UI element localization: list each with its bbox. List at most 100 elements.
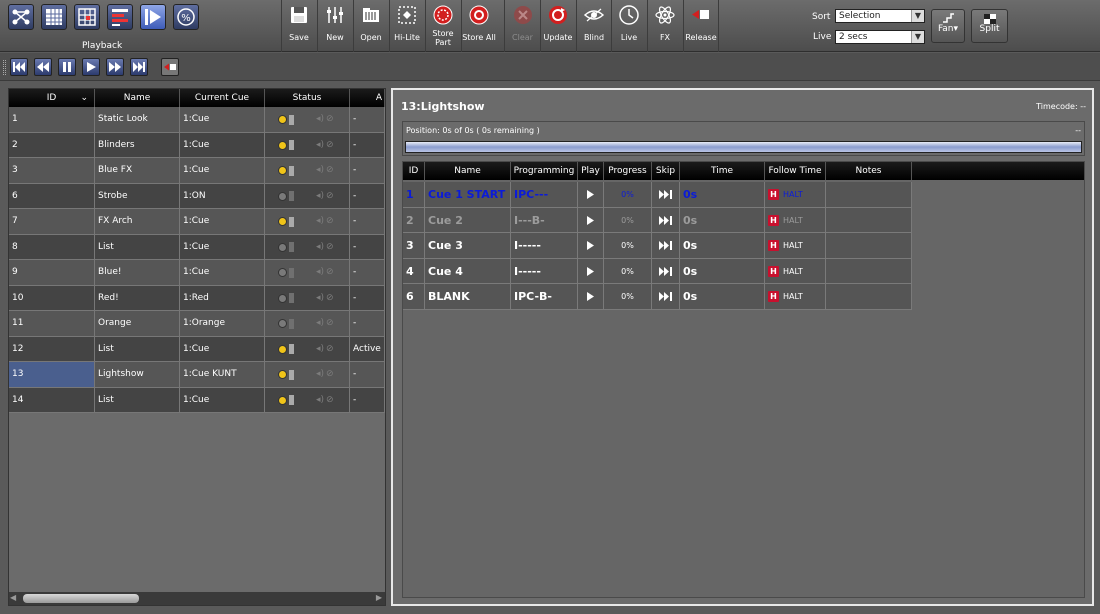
no-icon[interactable]: ⊘ — [326, 337, 334, 362]
cue-row[interactable]: 2 Cue 2 I---B- 0% 0s H HALT — [403, 207, 912, 233]
cue-row[interactable]: 3 Cue 3 I----- 0% 0s H HALT — [403, 233, 912, 259]
sound-icon[interactable]: ◂) — [316, 133, 324, 158]
pause-button[interactable] — [58, 58, 76, 76]
play-cue-button[interactable] — [578, 207, 604, 233]
play-cue-button[interactable] — [578, 284, 604, 309]
skip-cue-button[interactable] — [652, 233, 680, 258]
bulb-icon[interactable] — [278, 319, 287, 328]
fan-button[interactable]: Fan▾ — [931, 9, 965, 43]
last-button[interactable] — [130, 58, 148, 76]
sound-icon[interactable]: ◂) — [316, 311, 324, 336]
col-time[interactable]: Time — [680, 162, 765, 180]
sound-icon[interactable]: ◂) — [316, 362, 324, 387]
col-active[interactable]: A — [350, 89, 385, 107]
table-row[interactable]: 3 Blue FX 1:Cue ◂) ⊘ - — [9, 158, 385, 184]
split-button[interactable]: Split — [971, 9, 1008, 43]
blind-button[interactable]: Blind — [576, 0, 611, 52]
sound-icon[interactable]: ◂) — [316, 184, 324, 209]
no-icon[interactable]: ⊘ — [326, 158, 334, 183]
table-row[interactable]: 1 Static Look 1:Cue ◂) ⊘ - — [9, 107, 385, 133]
sound-icon[interactable]: ◂) — [316, 235, 324, 260]
clear-button[interactable]: Clear — [504, 0, 540, 52]
live-button[interactable]: Live — [611, 0, 646, 52]
no-icon[interactable]: ⊘ — [326, 235, 334, 260]
scroll-right-icon[interactable]: ▶ — [376, 593, 382, 602]
sound-icon[interactable]: ◂) — [316, 286, 324, 311]
col-progress[interactable]: Progress — [604, 162, 652, 180]
fader-icon[interactable] — [289, 191, 294, 201]
open-button[interactable]: Open — [353, 0, 388, 52]
new-button[interactable]: New — [317, 0, 352, 52]
playback-mode-button[interactable] — [140, 4, 166, 30]
sound-icon[interactable]: ◂) — [316, 158, 324, 183]
skip-cue-button[interactable] — [652, 284, 680, 309]
table-row[interactable]: 7 FX Arch 1:Cue ◂) ⊘ - — [9, 209, 385, 235]
col-programming[interactable]: Programming — [511, 162, 578, 180]
sound-icon[interactable]: ◂) — [316, 209, 324, 234]
cue-row[interactable]: 6 BLANK IPC-B- 0% 0s H HALT — [403, 284, 912, 310]
table-row[interactable]: 9 Blue! 1:Cue ◂) ⊘ - — [9, 260, 385, 286]
fader-icon[interactable] — [289, 140, 294, 150]
fader-icon[interactable] — [289, 267, 294, 278]
col-id[interactable]: ID — [403, 162, 425, 180]
bulb-icon[interactable] — [278, 191, 287, 201]
bulb-icon[interactable] — [278, 344, 287, 354]
fader-icon[interactable] — [289, 165, 294, 176]
table-row[interactable]: 10 Red! 1:Red ◂) ⊘ - — [9, 285, 385, 311]
patch-mode-button[interactable] — [8, 4, 34, 30]
palette-mode-button[interactable] — [74, 4, 100, 30]
sound-icon[interactable]: ◂) — [316, 388, 324, 413]
skip-cue-button[interactable] — [652, 258, 680, 284]
table-row[interactable]: 12 List 1:Cue ◂) ⊘ Active — [9, 336, 385, 362]
fader-icon[interactable] — [289, 293, 294, 303]
hi-lite-button[interactable]: Hi-Lite — [389, 0, 424, 52]
sound-icon[interactable]: ◂) — [316, 337, 324, 362]
col-notes[interactable]: Notes — [826, 162, 912, 180]
table-row[interactable]: 2 Blinders 1:Cue ◂) ⊘ - — [9, 132, 385, 158]
rewind-button[interactable] — [34, 58, 52, 76]
no-icon[interactable]: ⊘ — [326, 209, 334, 234]
col-follow-time[interactable]: Follow Time — [765, 162, 826, 180]
col-name[interactable]: Name — [425, 162, 511, 180]
play-cue-button[interactable] — [578, 233, 604, 258]
table-row[interactable]: 11 Orange 1:Orange ◂) ⊘ - — [9, 311, 385, 337]
fader-icon[interactable] — [289, 318, 294, 329]
bulb-icon[interactable] — [278, 166, 287, 175]
update-button[interactable]: Update — [540, 0, 575, 52]
no-icon[interactable]: ⊘ — [326, 133, 334, 158]
col-name[interactable]: Name — [95, 89, 180, 107]
no-icon[interactable]: ⊘ — [326, 311, 334, 336]
skip-cue-button[interactable] — [652, 207, 680, 233]
table-row[interactable]: 8 List 1:Cue ◂) ⊘ - — [9, 234, 385, 260]
bulb-icon[interactable] — [278, 217, 287, 226]
bulb-icon[interactable] — [278, 115, 287, 124]
fader-icon[interactable] — [289, 369, 294, 380]
store-all-button[interactable]: Store All — [461, 0, 496, 52]
sound-icon[interactable]: ◂) — [316, 107, 324, 132]
fader-icon[interactable] — [289, 114, 294, 125]
fader-mode-button[interactable] — [107, 4, 133, 30]
fader-icon[interactable] — [289, 216, 294, 227]
cue-row[interactable]: 4 Cue 4 I----- 0% 0s H HALT — [403, 258, 912, 284]
no-icon[interactable]: ⊘ — [326, 184, 334, 209]
bulb-icon[interactable] — [278, 242, 287, 252]
first-button[interactable] — [10, 58, 28, 76]
sound-icon[interactable]: ◂) — [316, 260, 324, 285]
store-part-button[interactable]: Store Part — [425, 0, 460, 52]
save-button[interactable]: Save — [281, 0, 316, 52]
bulb-icon[interactable] — [278, 293, 287, 303]
skip-cue-button[interactable] — [652, 182, 680, 207]
fader-icon[interactable] — [289, 344, 294, 354]
table-row[interactable]: 14 List 1:Cue ◂) ⊘ - — [9, 387, 385, 413]
sort-select[interactable]: Selection ▼ — [835, 9, 925, 23]
play-cue-button[interactable] — [578, 258, 604, 284]
fast-forward-button[interactable] — [106, 58, 124, 76]
play-button[interactable] — [82, 58, 100, 76]
fader-icon[interactable] — [289, 395, 294, 405]
scroll-thumb[interactable] — [23, 594, 139, 603]
play-cue-button[interactable] — [578, 182, 604, 207]
release-playback-button[interactable] — [161, 58, 179, 76]
live-time-select[interactable]: 2 secs ▼ — [835, 30, 925, 44]
program-mode-button[interactable] — [41, 4, 67, 30]
col-play[interactable]: Play — [578, 162, 604, 180]
